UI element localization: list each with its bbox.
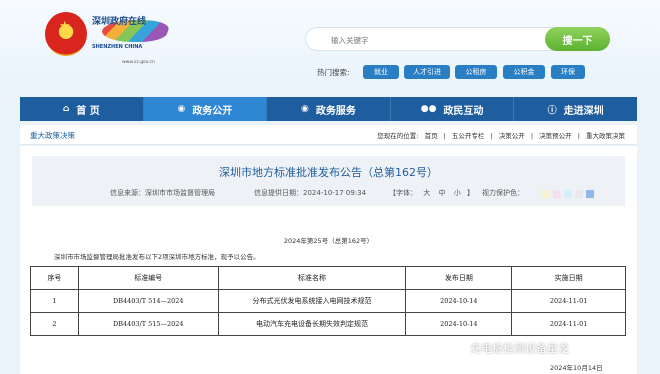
vision-color-swatch[interactable] — [586, 190, 594, 198]
breadcrumb-item[interactable]: 五公开专栏 — [452, 132, 485, 140]
emblem-star-icon: ★ — [59, 19, 71, 34]
font-size-large-button[interactable]: 大 — [423, 189, 430, 197]
vision-color-swatch[interactable] — [553, 190, 561, 198]
table-cell: 2024-10-14 — [405, 312, 513, 336]
nav-label: 政务服务 — [315, 105, 356, 117]
table-cell: 2024-10-14 — [405, 289, 513, 313]
font-size-close-bracket: 】 — [466, 189, 474, 197]
table-cell: 2 — [30, 312, 79, 336]
table-cell: 分布式光伏发电系统接入电网技术规范 — [217, 289, 407, 313]
site-header: ★ 深圳政府在线 SHENZHEN CHINA www.sz.gov.cn 搜一… — [0, 0, 660, 95]
table-cell: DB4403/T 514—2024 — [77, 289, 219, 313]
issue-number: 2024年第25号（总第162号） — [283, 237, 374, 245]
info-source: 信息来源：深圳市市场监督管理局 — [110, 189, 215, 197]
font-size-control: 【字体： 大 中 小 】 — [389, 188, 474, 198]
hot-tag[interactable]: 公租房 — [455, 65, 497, 79]
breadcrumb-item[interactable]: 决策预公开 — [539, 132, 572, 140]
nav-label: 首 页 — [76, 105, 100, 117]
column-header: 实施日期 — [511, 266, 626, 290]
info-date: 信息提供日期：2024-10-17 09:34 — [254, 189, 367, 197]
nav-about-shenzhen[interactable]: ⓘ 走进深圳 — [514, 97, 637, 121]
main-nav: ⌂ 首 页 ◉ 政务公开 ◉ 政务服务 ●● 政民互动 ⓘ 走进深圳 — [20, 97, 637, 121]
hot-tag[interactable]: 环保 — [551, 65, 585, 79]
hot-tag[interactable]: 人才引进 — [404, 65, 450, 79]
standards-table: 序号 标准编号 标准名称 发布日期 实施日期 1 DB4403/T 514—20… — [30, 266, 626, 336]
breadcrumb-separator: | — [577, 132, 580, 140]
hot-search-label: 热门搜索: — [317, 68, 350, 77]
vision-color-swatch[interactable] — [564, 190, 572, 198]
logo-title: 深圳政府在线 — [92, 17, 147, 27]
vision-color-swatch[interactable] — [575, 190, 583, 198]
breadcrumb-item[interactable]: 重大政策决策 — [586, 132, 625, 140]
table-header-row: 序号 标准编号 标准名称 发布日期 实施日期 — [30, 266, 626, 290]
hot-tag[interactable]: 就业 — [363, 65, 399, 79]
logo-url: www.sz.gov.cn — [122, 60, 155, 65]
breadcrumb: 您现在的位置: 首页 | 五公开专栏 | 决策公开 | 决策预公开 | 重大政策… — [375, 130, 627, 140]
breadcrumb-prefix: 您现在的位置: — [377, 132, 419, 140]
service-icon: ◉ — [301, 104, 309, 114]
column-header: 标准名称 — [217, 266, 407, 290]
nav-home[interactable]: ⌂ 首 页 — [20, 97, 144, 121]
info-icon: ⓘ — [547, 105, 557, 116]
people-icon: ●● — [420, 104, 437, 114]
hot-tag[interactable]: 公积金 — [503, 65, 545, 79]
column-header: 标准编号 — [77, 266, 219, 290]
breadcrumb-item[interactable]: 决策公开 — [499, 132, 525, 140]
announcement-intro: 深圳市市场监督管理局批准发布以下2项深圳市地方标准，现予以公告。 — [54, 253, 260, 261]
site-logo[interactable]: 深圳政府在线 SHENZHEN CHINA www.sz.gov.cn — [92, 14, 173, 65]
breadcrumb-item[interactable]: 首页 — [425, 132, 438, 140]
nav-label: 政务公开 — [192, 105, 233, 117]
font-size-label: 【字体： — [389, 189, 417, 197]
table-cell: DB4403/T 515—2024 — [77, 312, 219, 336]
nav-interaction[interactable]: ●● 政民互动 — [391, 97, 515, 121]
breadcrumb-bar: 重大政策决策 您现在的位置: 首页 | 五公开专栏 | 决策公开 | 决策预公开… — [20, 125, 637, 145]
nav-label: 走进深圳 — [563, 105, 604, 117]
breadcrumb-separator: | — [490, 132, 493, 140]
table-cell: 2024-11-01 — [511, 289, 626, 313]
home-icon: ⌂ — [62, 104, 70, 114]
table-row: 2 DB4403/T 515—2024 电动汽车充电设备长期失效判定规范 202… — [30, 312, 626, 336]
table-cell: 2024-11-01 — [511, 312, 626, 336]
table-row: 1 DB4403/T 514—2024 分布式光伏发电系统接入电网技术规范 20… — [30, 289, 626, 313]
font-size-medium-button[interactable]: 中 — [438, 189, 445, 197]
vision-protect-label: 视力保护色： — [482, 189, 524, 197]
vision-color-swatch[interactable] — [542, 190, 550, 198]
column-header: 序号 — [30, 266, 79, 290]
watermark-text: 充电桩检测设备星龙 — [470, 342, 569, 355]
nav-government-affairs-open[interactable]: ◉ 政务公开 — [143, 97, 268, 121]
font-size-small-button[interactable]: 小 — [454, 189, 461, 197]
breadcrumb-separator: | — [443, 132, 446, 140]
eye-icon: ◉ — [177, 104, 186, 114]
watermark: 充电桩检测设备星龙 — [455, 340, 569, 356]
section-title[interactable]: 重大政策决策 — [30, 130, 75, 141]
nav-government-services[interactable]: ◉ 政务服务 — [267, 97, 391, 121]
breadcrumb-separator: | — [530, 132, 534, 140]
column-header: 发布日期 — [405, 266, 513, 290]
watermark-logo-icon — [455, 342, 467, 354]
nav-label: 政民互动 — [443, 105, 484, 117]
announcement-date: 2024年10月14日 — [550, 364, 603, 372]
search-input[interactable] — [331, 33, 531, 47]
logo-english: SHENZHEN CHINA — [92, 44, 143, 50]
article-header: 深圳市地方标准批准发布公告（总第162号） 信息来源：深圳市市场监督管理局 信息… — [32, 156, 625, 206]
search-button[interactable]: 搜一下 — [545, 27, 610, 51]
article-title: 深圳市地方标准批准发布公告（总第162号） — [219, 166, 438, 179]
table-cell: 1 — [30, 289, 79, 313]
table-cell: 电动汽车充电设备长期失效判定规范 — [217, 312, 407, 336]
